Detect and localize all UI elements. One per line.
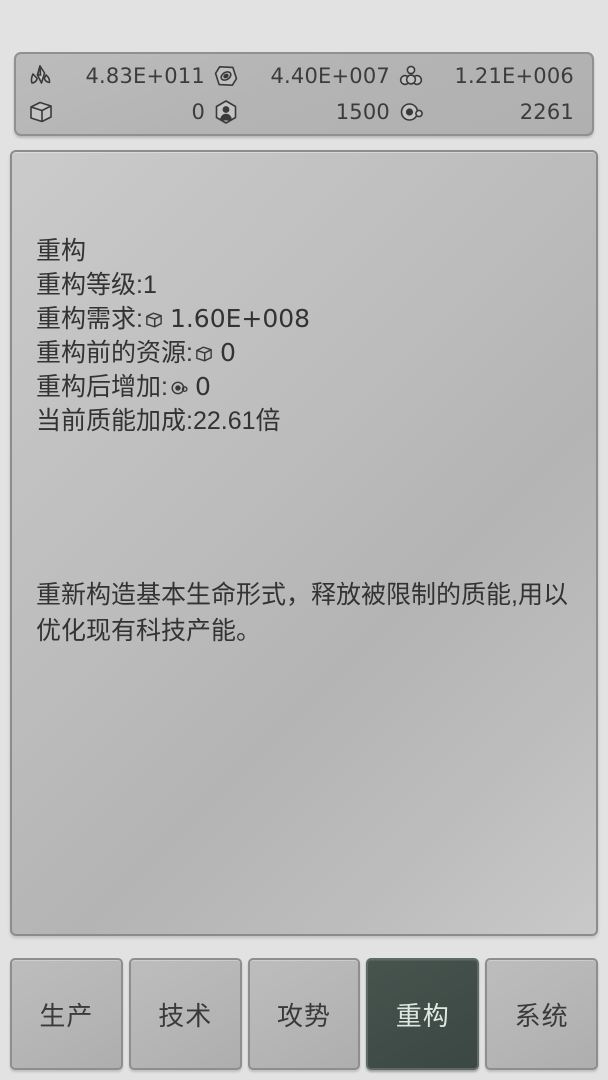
resource-value-energy: 2261	[519, 100, 574, 124]
description-text: 重新构造基本生命形式，释放被限制的质能,用以优化现有科技产能。	[36, 581, 568, 645]
tab-technology-label: 技术	[158, 1000, 213, 1031]
info-line-requirement: 重构需求: 1.60E+008	[36, 302, 581, 336]
tab-rebuild-label: 重构	[395, 1000, 450, 1031]
crystal-icon	[26, 61, 56, 91]
resource-cell-alloy: 4.40E+007	[211, 58, 396, 94]
alloy-icon	[211, 61, 241, 91]
info-value-requirement: 1.60E+008	[169, 304, 311, 333]
resource-cell-molecule: 1.21E+006	[396, 58, 580, 94]
resource-value-matter: 0	[191, 100, 205, 124]
tab-offensive[interactable]: 攻势	[247, 958, 361, 1070]
info-line-resource-before: 重构前的资源: 0	[36, 336, 581, 370]
tab-rebuild[interactable]: 重构	[366, 958, 480, 1070]
info-label-current-bonus: 当前质能加成:22.61倍	[36, 407, 281, 435]
info-block: 重构 重构等级:1 重构需求: 1.60E+008 重构前的资源: 0 重构后增…	[36, 234, 581, 438]
cube-icon	[26, 97, 56, 127]
panel-title-label: 重构	[36, 237, 87, 265]
cube-icon	[144, 310, 165, 331]
info-line-gain-after: 重构后增加: 0	[36, 370, 581, 404]
info-value-gain-after: 0	[194, 372, 211, 401]
resource-bar: 4.83E+011 4.40E+007 1.21E+006 0 1500 226…	[14, 52, 594, 136]
panel-title: 重构	[36, 234, 581, 268]
info-line-current-bonus: 当前质能加成:22.61倍	[36, 404, 581, 438]
info-label-requirement: 重构需求:	[36, 305, 143, 333]
resource-cell-matter: 0	[26, 94, 211, 130]
resource-cell-energy: 2261	[396, 94, 580, 130]
atom-icon	[169, 378, 190, 399]
tab-production-label: 生产	[39, 1000, 94, 1031]
info-line-level: 重构等级:1	[36, 268, 581, 302]
resource-value-alloy: 4.40E+007	[270, 64, 390, 88]
resource-cell-crystal: 4.83E+011	[26, 58, 211, 94]
info-label-gain-after: 重构后增加:	[36, 373, 168, 401]
resource-cell-population: 1500	[211, 94, 396, 130]
tab-offensive-label: 攻势	[276, 1000, 331, 1031]
population-icon	[211, 97, 241, 127]
tab-technology[interactable]: 技术	[128, 958, 242, 1070]
tab-production[interactable]: 生产	[10, 958, 123, 1070]
info-label-level: 重构等级:1	[36, 271, 157, 299]
info-label-resource-before: 重构前的资源:	[36, 339, 193, 367]
resource-row: 4.83E+011 4.40E+007 1.21E+006	[26, 58, 580, 94]
atom-icon	[396, 97, 426, 127]
resource-row: 0 1500 2261	[26, 94, 580, 130]
resource-value-molecule: 1.21E+006	[454, 64, 574, 88]
tab-system-label: 系统	[514, 1000, 569, 1031]
main-panel: 重构 重构等级:1 重构需求: 1.60E+008 重构前的资源: 0 重构后增…	[10, 150, 598, 936]
molecule-icon	[396, 61, 426, 91]
resource-value-crystal: 4.83E+011	[85, 64, 205, 88]
tab-bar: 生产 技术 攻势 重构 系统	[10, 958, 598, 1070]
info-value-resource-before: 0	[219, 338, 236, 367]
cube-icon	[194, 344, 215, 365]
resource-value-population: 1500	[335, 100, 390, 124]
tab-system[interactable]: 系统	[485, 958, 598, 1070]
